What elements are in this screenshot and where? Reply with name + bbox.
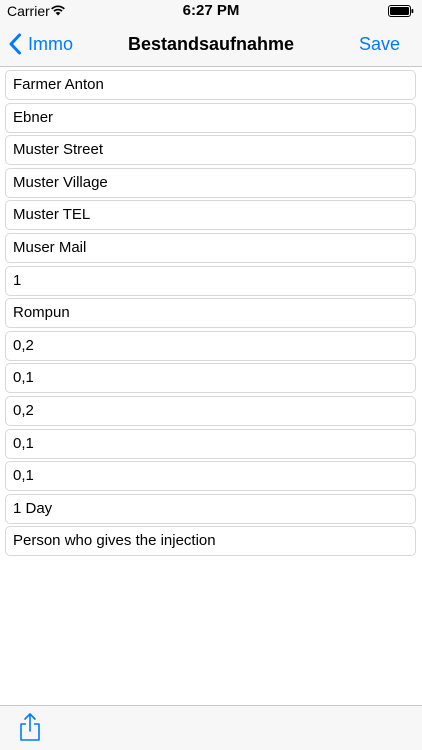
status-bar: Carrier 6:27 PM xyxy=(0,0,422,22)
text-field-street[interactable]: Muster Street xyxy=(5,135,416,166)
text-field-count[interactable]: 1 xyxy=(5,265,416,296)
bottom-toolbar xyxy=(0,705,422,750)
text-field-mail[interactable]: Muser Mail xyxy=(5,232,416,263)
text-field-drug[interactable]: Rompun xyxy=(5,298,416,329)
back-button[interactable]: Immo xyxy=(8,22,73,66)
text-field-dose-2[interactable]: 0,1 xyxy=(5,363,416,394)
text-field-village[interactable]: Muster Village xyxy=(5,167,416,198)
text-field-dose-1[interactable]: 0,2 xyxy=(5,330,416,361)
text-field-first-name[interactable]: Farmer Anton xyxy=(5,70,416,100)
text-field-dose-3[interactable]: 0,2 xyxy=(5,395,416,426)
save-button[interactable]: Save xyxy=(359,22,400,66)
screen: Carrier 6:27 PM Immo Bestandsaufnahme Sa… xyxy=(0,0,422,750)
navigation-bar: Immo Bestandsaufnahme Save xyxy=(0,22,422,67)
time-label: 6:27 PM xyxy=(182,2,240,19)
share-icon[interactable] xyxy=(18,712,42,742)
battery-icon xyxy=(388,5,414,17)
text-field-dose-4[interactable]: 0,1 xyxy=(5,428,416,459)
text-field-injector[interactable]: Person who gives the injection xyxy=(5,526,416,557)
text-field-last-name[interactable]: Ebner xyxy=(5,102,416,133)
text-field-duration[interactable]: 1 Day xyxy=(5,493,416,524)
chevron-left-icon xyxy=(9,33,21,55)
form-fields: Farmer Anton Ebner Muster Street Muster … xyxy=(5,70,416,559)
text-field-phone[interactable]: Muster TEL xyxy=(5,200,416,231)
back-button-label: Immo xyxy=(28,33,73,54)
text-field-dose-5[interactable]: 0,1 xyxy=(5,461,416,492)
